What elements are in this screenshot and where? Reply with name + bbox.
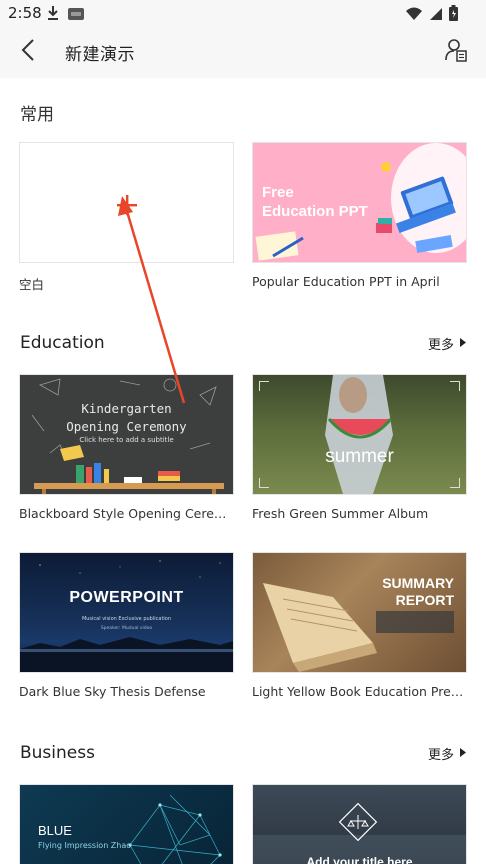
chevron-left-icon: [21, 39, 35, 65]
template-label: Fresh Green Summer Album: [252, 506, 429, 521]
template-card-blank[interactable]: 空白: [19, 142, 234, 293]
template-thumbnail: Add your title here: [252, 784, 467, 864]
template-card-business-blue[interactable]: BLUE Flying Impression Zhao: [19, 784, 234, 864]
template-thumbnail: Kindergarten Opening Ceremony Click here…: [19, 374, 234, 495]
thumbnail-title: POWERPOINT: [69, 589, 184, 606]
more-label: 更多: [427, 338, 454, 353]
template-list: 常用 空白 Free Education PPT Popular Educati…: [0, 78, 486, 864]
signal-icon: [429, 6, 443, 25]
template-label: Dark Blue Sky Thesis Defense: [19, 684, 206, 699]
thumbnail-title-line2: REPORT: [395, 592, 454, 608]
desk-illustration: [34, 445, 224, 494]
app-bar: 新建演示: [0, 26, 486, 78]
template-thumbnail: BLUE Flying Impression Zhao: [19, 784, 234, 864]
template-card-education-april[interactable]: Free Education PPT Popular Education PPT…: [252, 142, 467, 289]
section-title-education: Education: [20, 333, 105, 353]
thumbnail-speaker: Speaker: Mudual video: [100, 626, 153, 631]
sim-badge-icon: [68, 6, 84, 25]
mountain-skyline: [20, 560, 233, 672]
thumbnail-text: summer: [325, 446, 394, 467]
thumbnail-title-line1: SUMMARY: [382, 575, 454, 591]
caret-right-icon: [460, 746, 466, 761]
section-title-business: Business: [20, 743, 95, 763]
thumbnail-title: BLUE: [38, 823, 72, 838]
frame-corner: [450, 381, 460, 391]
plus-icon: [117, 195, 137, 215]
section-title-common: 常用: [20, 105, 54, 125]
laptop-illustration: [376, 143, 466, 254]
template-thumbnail: summer: [252, 374, 467, 495]
template-card-business-city[interactable]: Add your title here: [252, 784, 467, 864]
business-more-link[interactable]: 更多: [428, 744, 466, 763]
frame-corner: [259, 478, 269, 488]
template-thumbnail: Free Education PPT: [252, 142, 467, 263]
template-thumbnail: POWERPOINT Musical vision Exclusive publ…: [19, 552, 234, 673]
template-thumbnail: [19, 142, 234, 263]
user-document-icon: [444, 38, 468, 66]
back-button[interactable]: [14, 38, 42, 66]
wifi-icon: [405, 6, 423, 25]
caret-right-icon: [460, 336, 466, 351]
download-icon: [46, 5, 60, 25]
template-label: Popular Education PPT in April: [252, 274, 440, 289]
thumbnail-subtitle: Flying Impression Zhao: [38, 841, 132, 850]
template-card-summer[interactable]: summer Fresh Green Summer Album: [252, 374, 467, 521]
scales-badge-illustration: [253, 802, 466, 864]
account-button[interactable]: [442, 38, 470, 66]
battery-icon: [449, 5, 458, 25]
template-label: Light Yellow Book Education Presentation: [252, 684, 467, 699]
template-card-yellow-book[interactable]: SUMMARY REPORT Light Yellow Book Educati…: [252, 552, 467, 699]
thumbnail-text: Free Education PPT: [262, 184, 368, 220]
thumbnail-subtitle: Musical vision Exclusive publication: [81, 616, 172, 622]
status-bar: 2:58: [0, 0, 486, 26]
status-time: 2:58: [8, 4, 42, 22]
thumbnail-caption-box: [376, 611, 454, 633]
education-more-link[interactable]: 更多: [428, 334, 466, 353]
more-label: 更多: [427, 748, 454, 763]
frame-corner: [450, 478, 460, 488]
page-title: 新建演示: [65, 45, 135, 65]
notebook-illustration: [255, 231, 304, 261]
template-card-dark-blue-sky[interactable]: POWERPOINT Musical vision Exclusive publ…: [19, 552, 234, 699]
template-card-blackboard[interactable]: Kindergarten Opening Ceremony Click here…: [19, 374, 234, 521]
thumbnail-title: SUMMARY REPORT: [382, 575, 454, 609]
thumbnail-title: Add your title here: [306, 855, 413, 864]
template-thumbnail: SUMMARY REPORT: [252, 552, 467, 673]
template-label: Blackboard Style Opening Ceremony: [19, 506, 234, 521]
watermelon-photo: [325, 375, 393, 494]
template-label: 空白: [19, 277, 45, 292]
frame-corner: [259, 381, 269, 391]
